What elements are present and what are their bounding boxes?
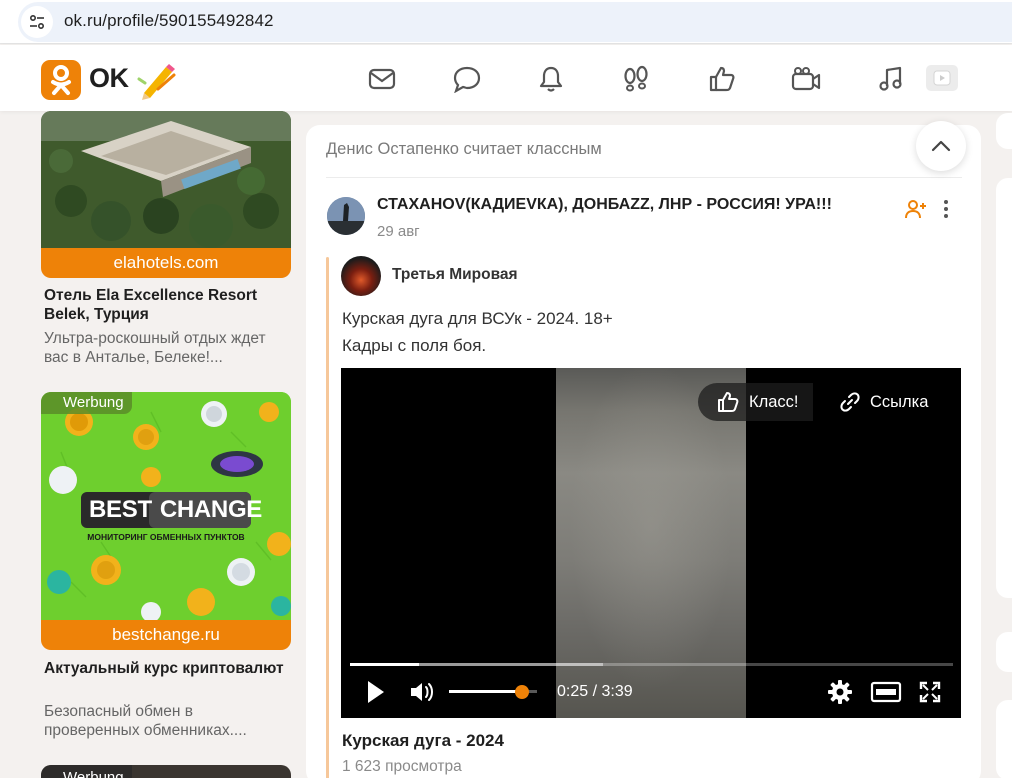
volume-slider[interactable] (449, 685, 537, 699)
volume-button[interactable] (409, 678, 435, 706)
ad-domain-link[interactable]: elahotels.com (41, 248, 291, 278)
add-friend-icon[interactable] (903, 198, 927, 220)
fullscreen-button[interactable] (919, 678, 941, 706)
ad-domain-link[interactable]: bestchange.ru (41, 620, 291, 650)
bestchange-logo: BEST CHANGE (89, 496, 262, 524)
right-edge-card (996, 113, 1012, 149)
like-icon[interactable] (706, 63, 738, 95)
post-text-line: Кадры с поля боя. (342, 336, 487, 355)
bestchange-subtitle: МОНИТОРИНГ ОБМЕННЫХ ПУНКТОВ (87, 532, 245, 542)
miniplayer-button[interactable] (870, 678, 902, 706)
video-like-label: Класс! (749, 392, 799, 411)
bestchange-ad-image[interactable]: Werbung BEST CHANGE МОНИТОРИНГ ОБМЕННЫХ П… (41, 392, 291, 620)
video-like-button[interactable]: Класс! (698, 383, 813, 421)
video-played-bar (350, 663, 419, 666)
music-icon[interactable] (875, 63, 907, 95)
volume-icon (411, 683, 433, 701)
volume-knob[interactable] (515, 685, 530, 699)
video-time: 0:25 / 3:39 (557, 683, 633, 700)
pencil-decoration-icon (136, 59, 180, 106)
werbung-badge: Werbung (41, 765, 132, 778)
gear-icon (828, 680, 852, 704)
repost-indicator (326, 257, 329, 778)
site-info-icon[interactable] (21, 6, 53, 38)
ad-title[interactable]: Отель Ela Excellence Resort Belek, Турци… (44, 286, 290, 324)
ok-wordmark[interactable]: OK (89, 63, 129, 94)
site-header: OK (0, 45, 1012, 111)
video-progress-bar[interactable] (350, 663, 953, 666)
mail-icon[interactable] (366, 63, 398, 95)
more-options-icon[interactable] (936, 198, 956, 220)
browser-address-bar: ok.ru/profile/590155492842 (0, 0, 1012, 44)
right-edge-card (996, 178, 1012, 598)
bestchange-logo-best: BEST (89, 496, 152, 523)
ad-description[interactable]: Ультра-роскошный отдых ждет вас в Анталь… (44, 329, 290, 367)
settings-button[interactable] (827, 678, 853, 706)
video-views: 1 623 просмотра (342, 758, 462, 775)
post-text-line: Курская дуга для ВСУк - 2024. 18+ (342, 309, 613, 328)
video-link-label: Ссылка (870, 392, 929, 411)
ad-description[interactable]: Безопасный обмен в проверенных обменника… (44, 702, 290, 740)
miniplayer-icon (870, 681, 902, 703)
ok-logo-icon[interactable] (41, 60, 81, 100)
bell-icon[interactable] (535, 63, 567, 95)
video-link-button[interactable]: Ссылка (813, 383, 943, 421)
repost-author-avatar[interactable] (341, 256, 381, 296)
third-ad-image[interactable]: Werbung (41, 765, 291, 778)
volume-fill (449, 690, 523, 693)
right-edge-card (996, 632, 1012, 672)
werbung-badge: Werbung (41, 392, 132, 414)
video-icon[interactable] (926, 65, 958, 91)
group-name-link[interactable]: СТАХАНОV(КАДИЕVКА), ДОНБАZZ, ЛНР - РОССИ… (377, 196, 832, 214)
fullscreen-icon (919, 681, 941, 703)
video-title[interactable]: Курская дуга - 2024 (342, 731, 504, 751)
link-icon (840, 392, 860, 412)
scroll-to-top-button[interactable] (916, 121, 966, 171)
divider (326, 177, 962, 178)
repost-author-name[interactable]: Третья Мировая (392, 266, 518, 284)
guests-icon[interactable] (620, 63, 652, 95)
video-player[interactable]: Класс! Ссылка 0:25 / 3:39 (341, 368, 961, 718)
post-date[interactable]: 29 авг (377, 223, 420, 240)
hotel-ad-image[interactable] (41, 111, 291, 248)
group-avatar[interactable] (327, 197, 365, 235)
activity-header[interactable]: Денис Остапенко считает классным (326, 140, 602, 159)
play-button[interactable] (365, 678, 387, 706)
camera-icon[interactable] (790, 63, 822, 95)
bestchange-logo-change: CHANGE (159, 496, 263, 523)
chevron-up-icon (931, 140, 951, 152)
right-edge-card (996, 700, 1012, 778)
ad-title[interactable]: Актуальный курс криптовалют (44, 659, 290, 678)
play-icon (368, 681, 384, 703)
chat-icon[interactable] (451, 63, 483, 95)
like-icon (718, 392, 739, 412)
url-text[interactable]: ok.ru/profile/590155492842 (64, 11, 274, 31)
